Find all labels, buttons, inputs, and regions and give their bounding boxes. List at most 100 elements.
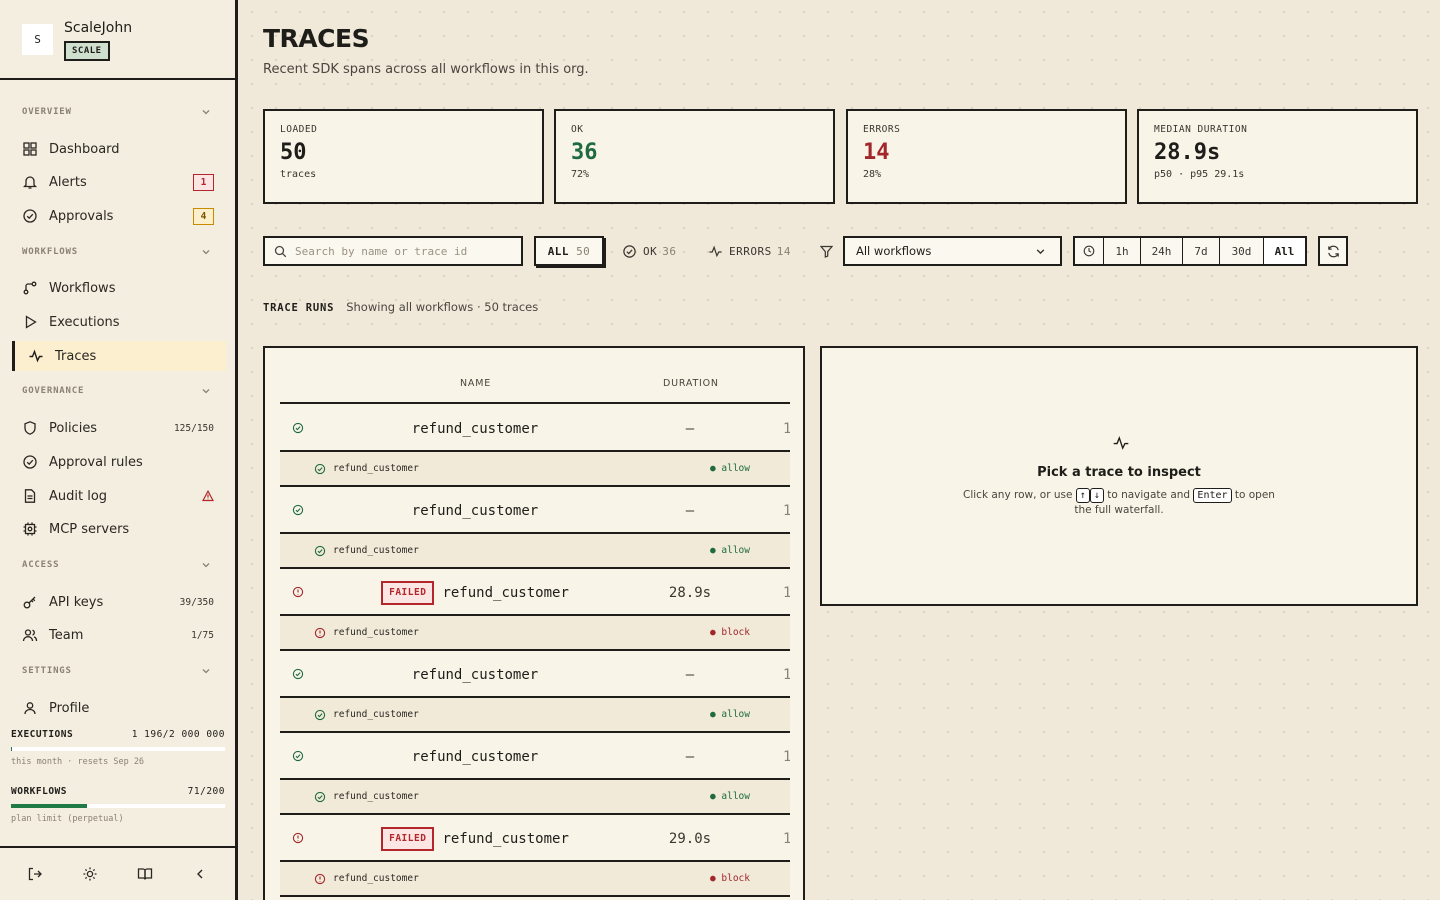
api-keys-usage: 39/350 (179, 596, 214, 608)
sidebar-item-approval-rules[interactable]: Approval rules (12, 447, 226, 477)
span-row[interactable]: refund_customer ● allow (280, 452, 790, 487)
usage-subtext: this month · resets Sep 26 (11, 757, 145, 767)
alert-circle-icon (292, 586, 304, 598)
sidebar-item-traces[interactable]: Traces (12, 341, 226, 371)
span-row[interactable]: refund_customer ● block (280, 616, 790, 651)
sidebar-item-team[interactable]: Team 1/75 (12, 620, 226, 650)
sidebar-item-label: Workflows (49, 280, 116, 296)
alert-circle-icon (314, 873, 326, 885)
sidebar-item-mcp-servers[interactable]: MCP servers (12, 514, 226, 544)
theme-sun-icon[interactable] (82, 866, 98, 882)
refresh-icon (1327, 245, 1339, 257)
section-overview-toggle[interactable]: OVERVIEW (22, 104, 211, 120)
alert-circle-icon (292, 832, 304, 844)
trace-name-cell: refund_customer (370, 405, 580, 450)
column-header-duration[interactable]: DURATION (663, 378, 719, 389)
search-input[interactable] (295, 244, 515, 258)
span-row[interactable]: refund_customer ● allow (280, 534, 790, 569)
span-row[interactable]: refund_customer ● block (280, 862, 790, 897)
workflows-usage-meter: WORKFLOWS 71/200 plan limit (perpetual) (11, 786, 225, 824)
filter-all-button[interactable]: ALL 50 (534, 236, 604, 266)
section-title: TRACE RUNS (263, 302, 335, 314)
stat-value: 50 (280, 140, 307, 165)
policy-decision: ● block (709, 627, 750, 638)
table-row[interactable]: refund_customer — 1 (280, 651, 790, 698)
table-row[interactable]: refund_customer — 1 (280, 405, 790, 452)
sidebar-item-alerts[interactable]: Alerts 1 (12, 167, 226, 197)
policy-decision: ● allow (709, 545, 750, 556)
check-circle-icon (292, 750, 304, 762)
range-all-button[interactable]: All (1263, 238, 1305, 264)
section-settings-toggle[interactable]: SETTINGS (22, 663, 211, 679)
filter-count: 50 (576, 244, 591, 258)
sidebar-item-approvals[interactable]: Approvals 4 (12, 201, 226, 231)
section-governance-toggle[interactable]: GOVERNANCE (22, 383, 211, 399)
decision-label: allow (721, 791, 750, 802)
check-circle-icon (22, 208, 38, 224)
sidebar-item-executions[interactable]: Executions (12, 307, 226, 337)
sidebar-item-label: Policies (49, 420, 98, 436)
warning-icon (202, 490, 214, 502)
trace-name: refund_customer (411, 502, 539, 519)
search-box (263, 236, 523, 266)
trace-extra-column: 1 (783, 651, 790, 696)
usage-bar (11, 747, 225, 751)
stat-label: OK (571, 124, 584, 135)
section-access-label: ACCESS (22, 560, 60, 570)
table-row[interactable]: FAILED refund_customer 28.9s 1 (280, 569, 790, 616)
trace-extra-column: 1 (783, 569, 790, 614)
range-1h-button[interactable]: 1h (1103, 238, 1140, 264)
org-avatar: S (22, 24, 53, 55)
page-title: TRACES (263, 24, 370, 53)
document-icon (22, 488, 38, 504)
section-access-toggle[interactable]: ACCESS (22, 557, 211, 573)
stat-value: 28.9s (1154, 140, 1221, 165)
org-switcher[interactable]: S ScaleJohn SCALE (0, 0, 235, 80)
range-24h-button[interactable]: 24h (1140, 238, 1182, 264)
stat-label: MEDIAN DURATION (1154, 124, 1248, 135)
range-30d-button[interactable]: 30d (1219, 238, 1263, 264)
section-summary: Showing all workflows · 50 traces (346, 300, 539, 314)
sidebar-item-workflows[interactable]: Workflows (12, 273, 226, 303)
column-header-name[interactable]: NAME (460, 378, 491, 389)
key-enter: Enter (1193, 488, 1232, 503)
check-circle-icon (622, 244, 637, 259)
span-row[interactable]: refund_customer ● allow (280, 780, 790, 815)
user-icon (22, 700, 38, 716)
table-header: NAME DURATION (280, 372, 790, 404)
sidebar-item-api-keys[interactable]: API keys 39/350 (12, 587, 226, 617)
chevron-down-icon (202, 110, 210, 115)
refresh-button[interactable] (1318, 236, 1348, 266)
shield-icon (22, 420, 38, 436)
trace-duration: — (685, 502, 695, 519)
workflow-select[interactable]: All workflows (843, 236, 1062, 266)
collapse-sidebar-chevron-left-icon[interactable] (192, 866, 208, 882)
check-circle-icon (22, 454, 38, 470)
filter-label: OK (643, 244, 658, 258)
table-row[interactable]: refund_customer — 1 (280, 733, 790, 780)
sidebar-item-audit-log[interactable]: Audit log (12, 481, 226, 511)
filter-ok-button[interactable]: OK 36 (622, 236, 677, 266)
docs-book-icon[interactable] (137, 866, 153, 882)
sidebar-item-dashboard[interactable]: Dashboard (12, 134, 226, 164)
usage-value: 1 196/2 000 000 (131, 729, 225, 740)
bell-icon (22, 174, 38, 190)
policies-usage: 125/150 (173, 422, 214, 434)
span-name: refund_customer (333, 463, 419, 474)
table-row[interactable]: refund_customer — 1 (280, 487, 790, 534)
alert-circle-icon (314, 627, 326, 639)
chevron-down-icon (202, 389, 210, 394)
section-workflows-toggle[interactable]: WORKFLOWS (22, 244, 211, 260)
key-icon (22, 594, 38, 610)
table-row[interactable]: FAILED refund_customer 29.0s 1 (280, 815, 790, 862)
span-row[interactable]: refund_customer ● allow (280, 698, 790, 733)
logout-icon[interactable] (27, 866, 43, 882)
sidebar-item-profile[interactable]: Profile (12, 693, 226, 723)
filter-errors-button[interactable]: ERRORS 14 (708, 236, 791, 266)
sidebar-item-policies[interactable]: Policies 125/150 (12, 413, 226, 443)
stat-subtext: p50 · p95 29.1s (1154, 169, 1245, 180)
sidebar-footer (0, 846, 235, 900)
range-7d-button[interactable]: 7d (1182, 238, 1219, 264)
decision-label: allow (721, 709, 750, 720)
span-name: refund_customer (333, 709, 419, 720)
